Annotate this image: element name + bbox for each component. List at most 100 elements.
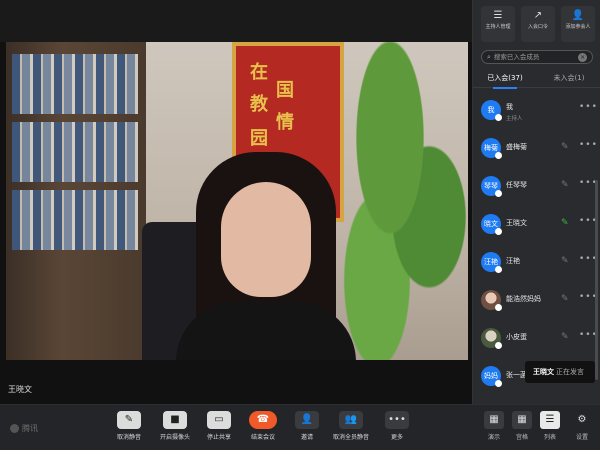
more-button[interactable]: ••• 更多 xyxy=(374,411,420,441)
member-name: 我 xyxy=(506,103,513,111)
invite-label: 邀请 xyxy=(300,434,313,441)
participants-panel: ☰ 主持人管理 ↗ 入会口令 👤 添加参会人 ⌕ × 已入会(37) 未入会(1… xyxy=(472,0,600,404)
list-item[interactable]: 汪艳 汪艳 ✎ ••• xyxy=(473,248,600,280)
shelf-row xyxy=(12,190,138,250)
panel-scrollbar[interactable] xyxy=(595,180,598,380)
member-name: 小皮蛋 xyxy=(506,333,527,341)
member-list: 我 我 主持人 ••• 梅菊 盛梅菊 ✎ ••• 琴琴 任琴琴 ✎ ••• 晓文… xyxy=(473,96,600,392)
start-camera-button[interactable]: ■ 开启摄像头 xyxy=(152,411,198,441)
unmute-label: 取消静音 xyxy=(116,434,141,441)
bookshelf xyxy=(6,42,146,360)
view-present-label: 演示 xyxy=(487,434,500,441)
settings-button[interactable]: ⚙ 设置 xyxy=(569,411,595,441)
more-icon[interactable]: ••• xyxy=(579,140,598,150)
member-name: 能浩然妈妈 xyxy=(506,295,541,303)
speaker-video[interactable]: 在 国 教 情 园 xyxy=(6,42,468,360)
add-participant-button[interactable]: 👤 添加参会人 xyxy=(561,6,595,42)
list-item[interactable]: 我 我 主持人 ••• xyxy=(473,96,600,128)
member-name: 王晓文 xyxy=(506,219,527,227)
camera-icon: ■ xyxy=(163,411,187,429)
meeting-toolbar: 腾讯 ✎ 取消静音 ■ 开启摄像头 ▭ 停止共享 ☎ 结束会议 👤 邀请 👥 取… xyxy=(0,404,600,450)
invite-icon: 👤 xyxy=(295,411,319,429)
more-icon: ••• xyxy=(385,411,409,429)
banner-char: 教 xyxy=(250,94,268,115)
add-user-icon: 👤 xyxy=(571,10,585,21)
search-input[interactable] xyxy=(493,53,579,61)
list-item[interactable]: 琴琴 任琴琴 ✎ ••• xyxy=(473,172,600,204)
view-gallery-button[interactable]: ▦ 宫格 xyxy=(509,411,535,441)
meeting-code-label: 入会口令 xyxy=(527,24,548,30)
list-item[interactable]: 小皮蛋 ✎ ••• xyxy=(473,324,600,356)
member-role: 主持人 xyxy=(506,116,523,122)
more-icon[interactable]: ••• xyxy=(579,102,598,112)
mic-muted-icon[interactable]: ✎ xyxy=(561,256,569,266)
plant xyxy=(338,42,468,360)
end-meeting-label: 结束会议 xyxy=(250,434,275,441)
share-screen-icon: ▭ xyxy=(207,411,231,429)
stop-share-label: 停止共享 xyxy=(206,434,231,441)
start-camera-label: 开启摄像头 xyxy=(159,434,190,441)
video-stage: 在 国 教 情 园 王晓文 xyxy=(0,0,472,404)
unmute-all-button[interactable]: 👥 取消全员静音 xyxy=(328,411,374,441)
grid-icon: ▦ xyxy=(484,411,504,429)
tooltip-name: 王晓文 xyxy=(533,368,554,376)
search-icon: ⌕ xyxy=(487,52,491,61)
tab-joined[interactable]: 已入会(37) xyxy=(473,73,537,89)
logo-text: 腾讯 xyxy=(22,424,38,433)
banner-char: 园 xyxy=(250,128,268,149)
stage-top-bar xyxy=(0,0,472,42)
camera-status-icon xyxy=(495,304,502,311)
end-call-icon: ☎ xyxy=(249,411,277,429)
add-participant-label: 添加参会人 xyxy=(565,24,591,30)
share-icon: ↗ xyxy=(533,10,543,21)
users-icon: ☰ xyxy=(493,10,503,21)
member-search[interactable]: ⌕ × xyxy=(481,50,593,64)
camera-status-icon xyxy=(495,228,502,235)
face xyxy=(221,182,311,297)
unmute-all-label: 取消全员静音 xyxy=(332,434,369,441)
mic-muted-icon[interactable]: ✎ xyxy=(561,180,569,190)
shelf-row xyxy=(12,54,138,114)
member-name: 任琴琴 xyxy=(506,181,527,189)
camera-status-icon xyxy=(495,152,502,159)
list-item[interactable]: 晓文 王晓文 ✎ ••• xyxy=(473,210,600,242)
meeting-code-button[interactable]: ↗ 入会口令 xyxy=(521,6,555,42)
view-list-label: 列表 xyxy=(543,434,556,441)
host-manage-label: 主持人管理 xyxy=(485,24,511,30)
more-label: 更多 xyxy=(390,434,403,441)
banner-char: 情 xyxy=(276,112,294,133)
camera-status-icon xyxy=(495,342,502,349)
banner-char: 国 xyxy=(276,80,294,101)
mic-active-icon[interactable]: ✎ xyxy=(561,218,569,228)
tab-not-joined[interactable]: 未入会(1) xyxy=(537,73,600,83)
member-name: 盛梅菊 xyxy=(506,143,527,151)
speaking-tooltip: 王晓文 正在发言 xyxy=(525,361,595,383)
unmute-button[interactable]: ✎ 取消静音 xyxy=(106,411,152,441)
view-present-button[interactable]: ▦ 演示 xyxy=(481,411,507,441)
logo-icon xyxy=(10,424,19,433)
list-item[interactable]: 梅菊 盛梅菊 ✎ ••• xyxy=(473,134,600,166)
view-gallery-label: 宫格 xyxy=(515,434,528,441)
end-meeting-button[interactable]: ☎ 结束会议 xyxy=(240,411,286,441)
stop-share-button[interactable]: ▭ 停止共享 xyxy=(196,411,242,441)
list-item[interactable]: 能浩然妈妈 ✎ ••• xyxy=(473,286,600,318)
gallery-icon: ▦ xyxy=(512,411,532,429)
invite-button[interactable]: 👤 邀请 xyxy=(284,411,330,441)
member-tabs: 已入会(37) 未入会(1) xyxy=(473,70,600,89)
gear-icon: ⚙ xyxy=(577,414,587,425)
meeting-window: 在 国 教 情 园 王晓文 ☰ 主持人管理 ↗ 入会口令 👤 添加参会人 ⌕ 搜… xyxy=(0,0,600,450)
mic-muted-icon[interactable]: ✎ xyxy=(561,332,569,342)
camera-status-icon xyxy=(495,190,502,197)
host-manage-button[interactable]: ☰ 主持人管理 xyxy=(481,6,515,42)
panel-actions: ☰ 主持人管理 ↗ 入会口令 👤 添加参会人 xyxy=(473,6,600,42)
camera-status-icon xyxy=(495,266,502,273)
banner-char: 在 xyxy=(250,62,268,83)
clear-icon[interactable]: × xyxy=(578,52,587,62)
mic-muted-icon[interactable]: ✎ xyxy=(561,142,569,152)
member-name: 张一菡 xyxy=(506,371,527,379)
speaker-person xyxy=(176,152,356,360)
view-list-button[interactable]: ☰ 列表 xyxy=(537,411,563,441)
mic-muted-icon[interactable]: ✎ xyxy=(561,294,569,304)
tooltip-status: 正在发言 xyxy=(556,368,584,376)
camera-status-icon xyxy=(495,114,502,121)
